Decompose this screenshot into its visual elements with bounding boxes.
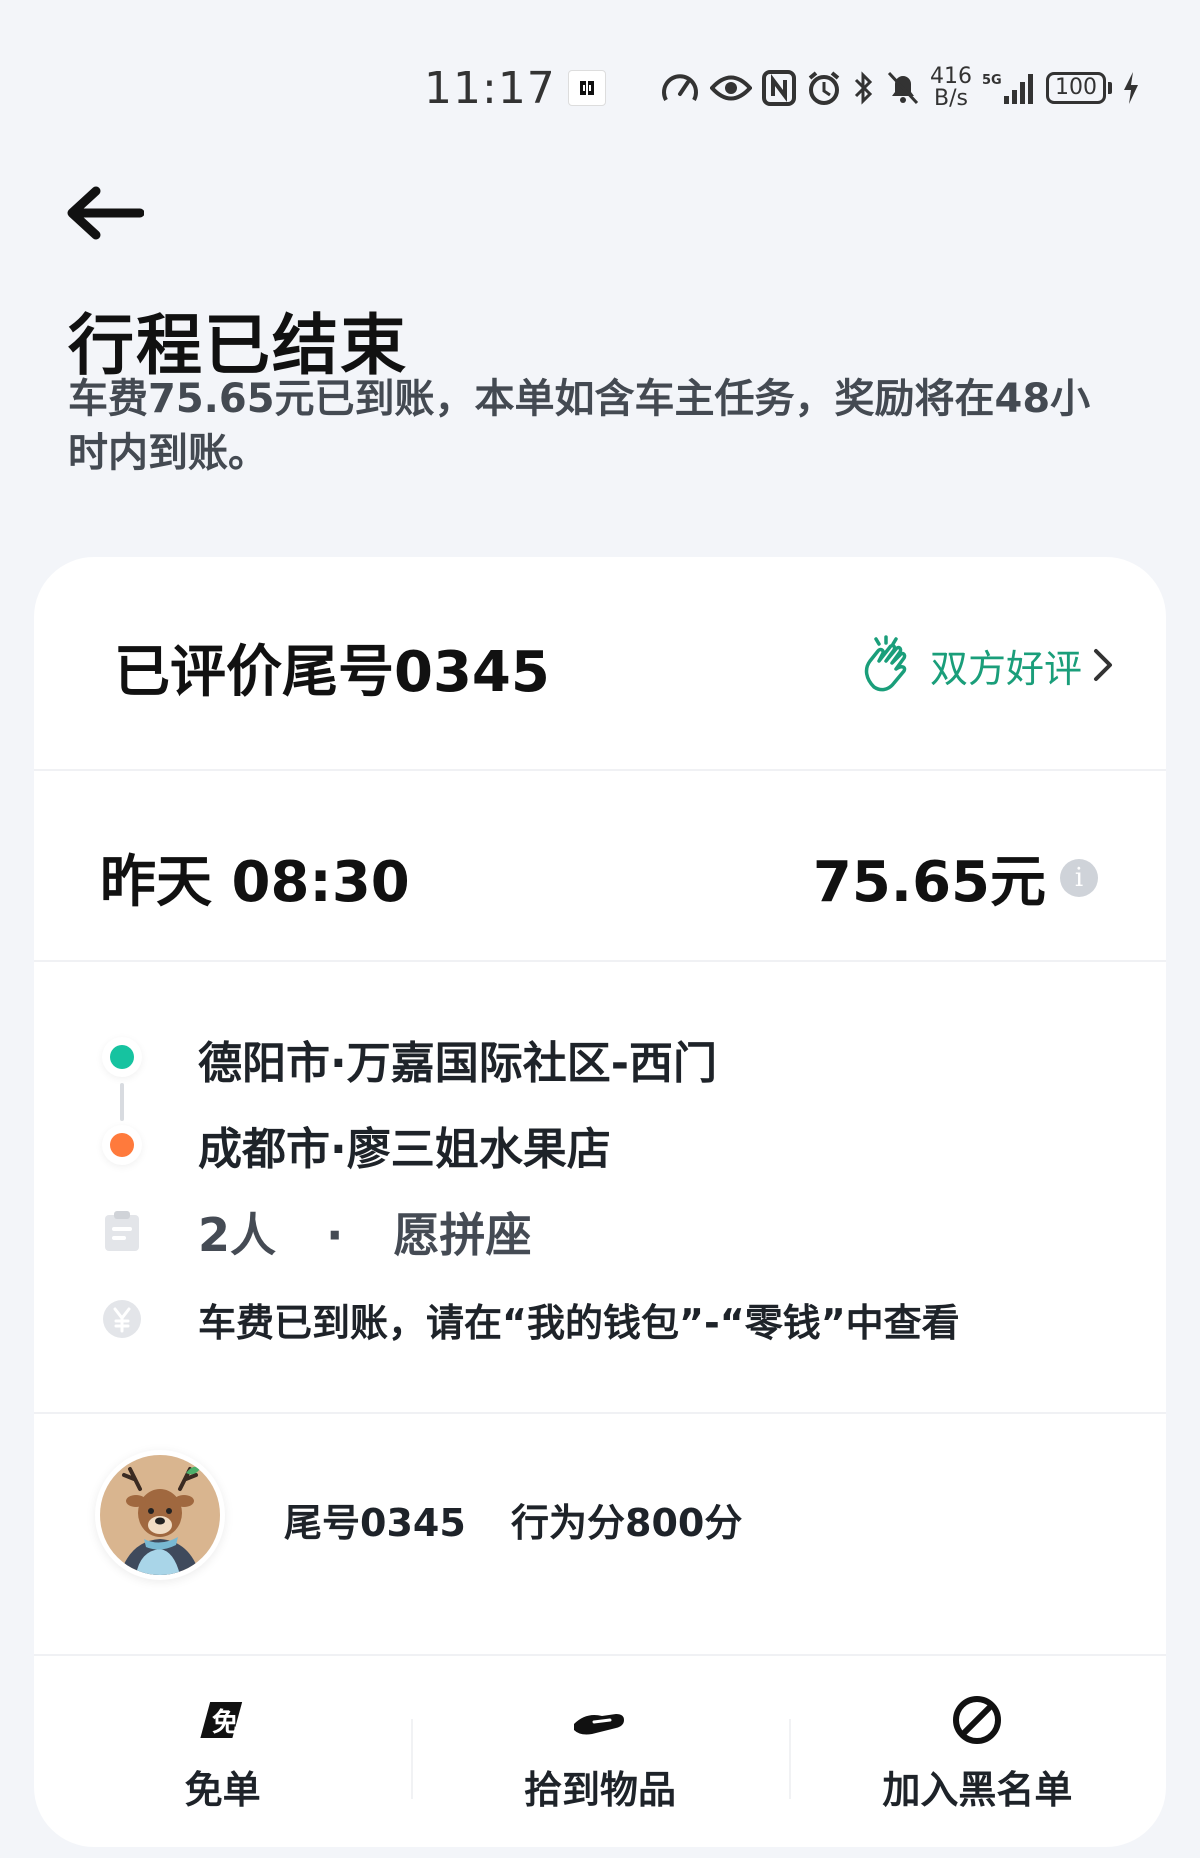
payment-marker [100, 1297, 144, 1341]
driver-tail-number: 尾号0345 [284, 1501, 466, 1545]
yuan-coin-icon [103, 1300, 141, 1338]
page-subtitle: 车费75.65元已到账，本单如含车主任务，奖励将在48小时内到账。 [68, 376, 1091, 476]
network-speed: 416 B/s [930, 64, 972, 111]
mutual-review-link[interactable]: 双方好评 [856, 635, 1116, 695]
driver-behavior-score: 行为分800分 [511, 1501, 743, 1545]
route-start: 德阳市·万嘉国际社区-西门 [198, 1038, 717, 1089]
passenger-marker [100, 1209, 144, 1253]
status-icons: 416 B/s 5G 100 [660, 66, 1140, 110]
divider [34, 769, 1166, 771]
route-end: 成都市·廖三姐水果店 [198, 1124, 611, 1175]
passenger-info: 2人 · 愿拼座 [198, 1199, 532, 1265]
blacklist-button[interactable]: 加入黑名单 [788, 1669, 1166, 1829]
driver-info: 尾号0345 行为分800分 [284, 1492, 742, 1547]
trip-fare: 75.65元 i [813, 837, 1098, 918]
status-time: 11:17 [424, 62, 556, 114]
clipboard-icon [105, 1211, 139, 1251]
free-ride-label: 免单 [184, 1768, 261, 1812]
start-dot-icon [110, 1045, 134, 1069]
divider [34, 960, 1166, 962]
free-ride-icon: 免 [200, 1702, 242, 1738]
divider [34, 1654, 1166, 1656]
found-item-button[interactable]: 拾到物品 [411, 1669, 788, 1829]
deer-avatar-icon [100, 1455, 220, 1575]
charging-icon [1124, 72, 1138, 104]
avatar[interactable] [100, 1455, 220, 1575]
back-arrow-icon [67, 186, 144, 240]
clapping-hands-icon [864, 635, 907, 692]
mute-bell-icon [887, 71, 919, 105]
status-bar: 11:17 416 B/s 5G 100 [424, 60, 1140, 116]
blacklist-label: 加入黑名单 [882, 1768, 1073, 1812]
payment-note: 车费已到账，请在“我的钱包”-“零钱”中查看 [198, 1301, 960, 1345]
battery-icon: 100 [1046, 72, 1112, 104]
found-item-icon [573, 1714, 624, 1735]
end-dot-icon [110, 1133, 134, 1157]
end-marker [100, 1123, 144, 1167]
app-notification-icon [567, 70, 606, 106]
action-bar: 免 免单 拾到物品 加入黑名单 [34, 1669, 1166, 1829]
mutual-review-label: 双方好评 [929, 646, 1082, 691]
block-icon [953, 1696, 1002, 1744]
start-marker [100, 1035, 144, 1079]
svg-text:5G: 5G [982, 73, 1002, 88]
passenger-count: 2人 [198, 1208, 277, 1262]
svg-text:免: 免 [212, 1707, 238, 1738]
chevron-right-icon [1094, 649, 1112, 681]
speedometer-icon [662, 74, 698, 101]
route-connector [120, 1083, 124, 1121]
bluetooth-icon [854, 71, 873, 105]
trip-fare-amount: 75.65元 [812, 850, 1046, 915]
ride-mode: 愿拼座 [393, 1208, 532, 1262]
eye-icon [710, 75, 752, 101]
nfc-icon [762, 70, 796, 106]
trip-time: 昨天 08:30 [100, 850, 410, 915]
rated-title: 已评价尾号0345 [114, 640, 550, 705]
alarm-icon [808, 71, 840, 105]
passenger-separator: · [326, 1208, 344, 1262]
found-item-label: 拾到物品 [523, 1768, 676, 1812]
info-icon[interactable]: i [1060, 858, 1098, 897]
trip-card: 已评价尾号0345 双方好评 昨天 08:30 75.65元 i 德阳市·万嘉国… [34, 557, 1166, 1847]
divider [34, 1412, 1166, 1414]
free-ride-button[interactable]: 免 免单 [34, 1669, 411, 1829]
signal-icon: 5G [982, 73, 1033, 104]
back-button[interactable] [64, 178, 154, 248]
